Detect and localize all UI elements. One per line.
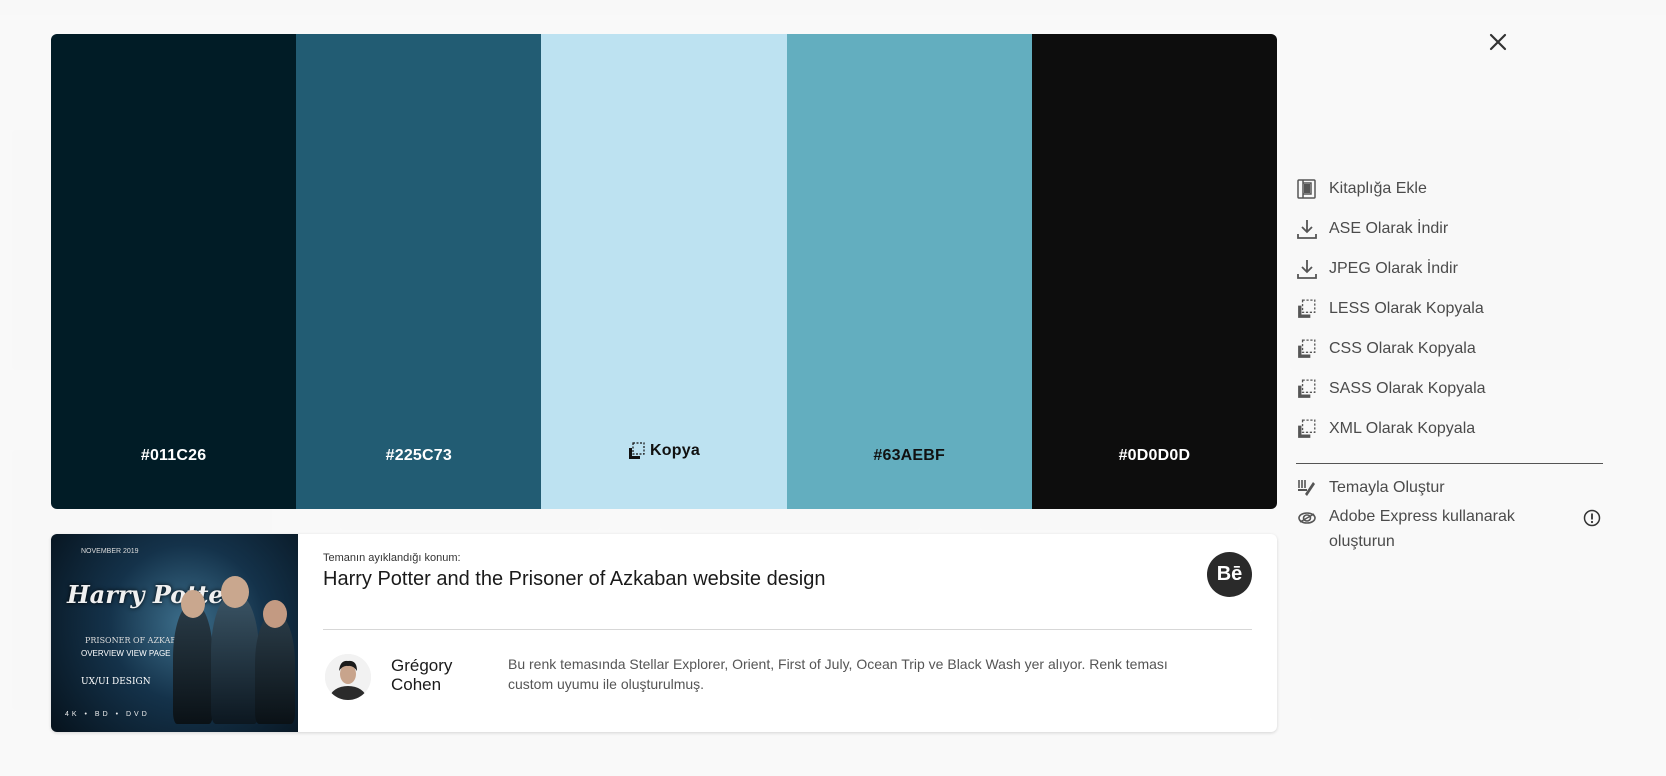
thumbnail-figures <box>171 564 296 724</box>
source-card: NOVEMBER 2019 Harry Potter PRISONER OF A… <box>51 534 1277 732</box>
swatch-hex-label: #225C73 <box>385 447 452 464</box>
copy-sass-button[interactable]: SASS Olarak Kopyala <box>1296 369 1606 409</box>
action-label: SASS Olarak Kopyala <box>1329 380 1486 397</box>
thumbnail-logos: 4K • BD • DVD <box>65 711 150 718</box>
download-icon <box>1296 258 1318 280</box>
copy-css-button[interactable]: CSS Olarak Kopyala <box>1296 329 1606 369</box>
source-label: Temanın ayıklandığı konum: <box>323 552 461 564</box>
adobe-express-icon <box>1296 506 1318 528</box>
swatch-hovered[interactable]: Kopya <box>541 34 787 509</box>
copy-color-button[interactable]: Kopya <box>541 442 786 465</box>
action-label: Kitaplığa Ekle <box>1329 180 1427 197</box>
swatch[interactable]: #0D0D0D <box>1031 34 1277 509</box>
author-name[interactable]: Grégory Cohen <box>391 656 491 694</box>
swatch-hex-label: #63AEBF <box>873 447 946 464</box>
add-to-library-button[interactable]: Kitaplığa Ekle <box>1296 169 1606 209</box>
close-button[interactable] <box>1486 30 1510 54</box>
swatch-hex-label: #0D0D0D <box>1118 447 1191 464</box>
action-label: ASE Olarak İndir <box>1329 220 1449 237</box>
brush-icon <box>1296 477 1318 499</box>
thumbnail-date: NOVEMBER 2019 <box>81 548 139 555</box>
behance-button[interactable]: Bē <box>1207 552 1252 597</box>
actions-panel: Kitaplığa Ekle ASE Olarak İndir JPEG Ola… <box>1296 169 1606 554</box>
library-icon <box>1296 178 1318 200</box>
copy-icon <box>1296 418 1318 440</box>
swatch[interactable]: #225C73 <box>296 34 542 509</box>
copy-xml-button[interactable]: XML Olarak Kopyala <box>1296 409 1606 449</box>
project-title[interactable]: Harry Potter and the Prisoner of Azkaban… <box>323 568 826 591</box>
swatch-hex-label: #011C26 <box>140 447 207 464</box>
theme-description: Bu renk temasında Stellar Explorer, Orie… <box>508 656 1168 692</box>
action-label: LESS Olarak Kopyala <box>1329 300 1484 317</box>
copy-icon <box>1296 378 1318 400</box>
divider <box>323 629 1252 630</box>
swatch[interactable]: #63AEBF <box>786 34 1032 509</box>
download-jpeg-button[interactable]: JPEG Olarak İndir <box>1296 249 1606 289</box>
avatar[interactable] <box>325 654 371 700</box>
action-label: CSS Olarak Kopyala <box>1329 340 1476 357</box>
download-ase-button[interactable]: ASE Olarak İndir <box>1296 209 1606 249</box>
close-icon <box>1489 33 1507 51</box>
info-icon[interactable] <box>1583 509 1601 527</box>
swatch[interactable]: #011C26 <box>51 34 297 509</box>
thumbnail-tagline: OVERVIEW VIEW PAGE <box>81 649 171 658</box>
copy-icon <box>1296 298 1318 320</box>
copy-icon <box>1296 338 1318 360</box>
behance-icon: Bē <box>1216 563 1243 585</box>
copy-label: Kopya <box>650 442 700 459</box>
action-label: JPEG Olarak İndir <box>1329 260 1458 277</box>
divider <box>1296 463 1603 464</box>
action-label: XML Olarak Kopyala <box>1329 420 1476 437</box>
thumbnail-design-label: UX/UI DESIGN <box>81 677 151 687</box>
adobe-express-button[interactable]: Adobe Express kullanarak oluşturun <box>1296 504 1606 554</box>
action-label: Adobe Express kullanarak oluşturun <box>1329 508 1515 550</box>
download-icon <box>1296 218 1318 240</box>
create-with-theme-button[interactable]: Temayla Oluştur <box>1296 472 1606 504</box>
project-thumbnail[interactable]: NOVEMBER 2019 Harry Potter PRISONER OF A… <box>51 534 298 732</box>
action-label: Temayla Oluştur <box>1329 479 1445 496</box>
copy-less-button[interactable]: LESS Olarak Kopyala <box>1296 289 1606 329</box>
color-palette: #011C26 #225C73 Kopya #63AEBF #0D0D0D <box>51 34 1277 509</box>
copy-icon <box>629 442 645 459</box>
avatar-image <box>325 654 371 700</box>
